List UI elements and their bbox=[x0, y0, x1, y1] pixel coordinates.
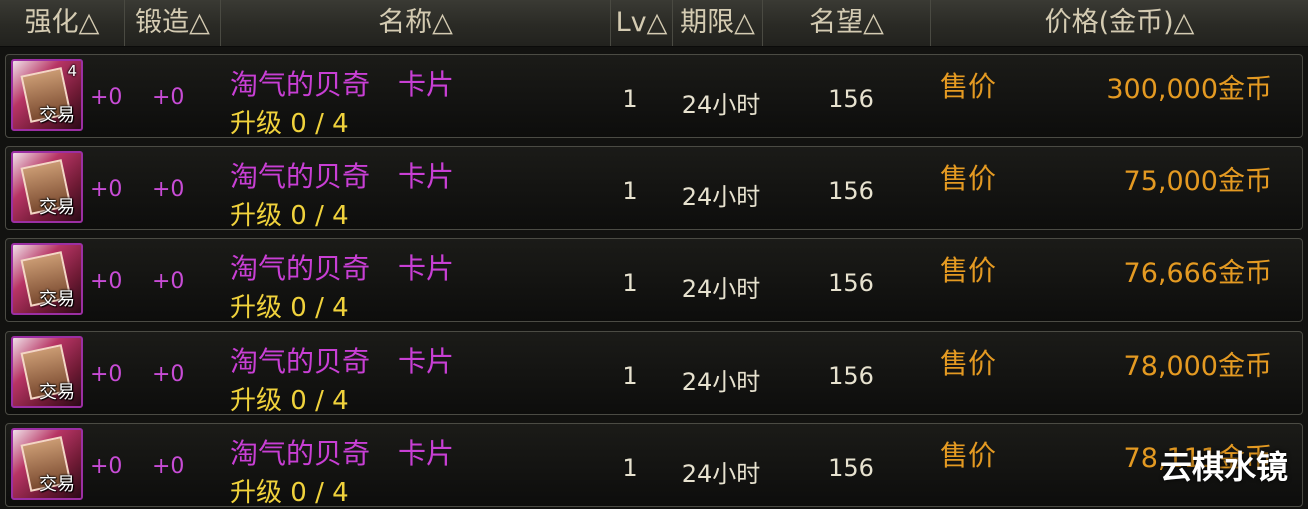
card-icon[interactable]: 交易 bbox=[11, 151, 83, 223]
enhance-value: +0 bbox=[90, 269, 123, 294]
table-row[interactable]: 4 交易 +0 +0 淘气的贝奇 卡片 升级 0 / 4 1 24小时 156 售价 300,000… bbox=[5, 54, 1303, 139]
price-value: 300,000金币 bbox=[1106, 74, 1272, 105]
sort-header-period[interactable]: 期限△ bbox=[672, 0, 762, 46]
table-header: 强化△ 锻造△ 名称△ Lv△ 期限△ 名望△ 价格(金币)△ bbox=[0, 0, 1308, 47]
sort-header-fame[interactable]: 名望△ bbox=[762, 0, 930, 46]
upgrade-status: 升级 0 / 4 bbox=[230, 201, 349, 231]
card-icon[interactable]: 交易 bbox=[11, 428, 83, 500]
period-value: 24小时 bbox=[681, 183, 761, 211]
level-value: 1 bbox=[622, 85, 638, 113]
tradeable-label: 交易 bbox=[39, 382, 75, 403]
price-value: 76,666金币 bbox=[1123, 258, 1272, 289]
enhance-value: +0 bbox=[90, 362, 123, 387]
item-name: 淘气的贝奇 卡片 bbox=[230, 345, 455, 378]
enhance-value: +0 bbox=[90, 454, 123, 479]
fame-value: 156 bbox=[828, 362, 874, 390]
table-row[interactable]: 交易 +0 +0 淘气的贝奇 卡片 升级 0 / 4 1 24小时 156 售价 75,000金币 bbox=[5, 146, 1303, 231]
period-value: 24小时 bbox=[681, 91, 761, 119]
table-row[interactable]: 交易 +0 +0 淘气的贝奇 卡片 升级 0 / 4 1 24小时 156 售价 76,666金币 bbox=[5, 238, 1303, 323]
item-name: 淘气的贝奇 卡片 bbox=[230, 252, 455, 285]
upgrade-status: 升级 0 / 4 bbox=[230, 478, 349, 508]
fame-value: 156 bbox=[828, 85, 874, 113]
sale-label: 售价 bbox=[940, 439, 997, 472]
price-value: 75,000金币 bbox=[1123, 166, 1272, 197]
sort-header-price[interactable]: 价格(金币)△ bbox=[930, 0, 1308, 46]
upgrade-status: 升级 0 / 4 bbox=[230, 386, 349, 416]
fame-value: 156 bbox=[828, 177, 874, 205]
upgrade-status: 升级 0 / 4 bbox=[230, 293, 349, 323]
level-value: 1 bbox=[622, 362, 638, 390]
sort-header-enhance[interactable]: 强化△ bbox=[0, 0, 124, 46]
price-value: 78,000金币 bbox=[1123, 351, 1272, 382]
tradeable-label: 交易 bbox=[39, 474, 75, 495]
enhance-value: +0 bbox=[90, 85, 123, 110]
forge-value: +0 bbox=[152, 454, 185, 479]
upgrade-status: 升级 0 / 4 bbox=[230, 109, 349, 139]
fame-value: 156 bbox=[828, 269, 874, 297]
table-row[interactable]: 交易 +0 +0 淘气的贝奇 卡片 升级 0 / 4 1 24小时 156 售价 78,111金币 bbox=[5, 423, 1303, 508]
sale-label: 售价 bbox=[940, 254, 997, 287]
sale-label: 售价 bbox=[940, 70, 997, 103]
item-name: 淘气的贝奇 卡片 bbox=[230, 68, 455, 101]
level-value: 1 bbox=[622, 177, 638, 205]
tradeable-label: 交易 bbox=[39, 289, 75, 310]
card-icon[interactable]: 4 交易 bbox=[11, 59, 83, 131]
level-value: 1 bbox=[622, 269, 638, 297]
period-value: 24小时 bbox=[681, 275, 761, 303]
sort-header-name[interactable]: 名称△ bbox=[220, 0, 610, 46]
forge-value: +0 bbox=[152, 362, 185, 387]
item-name: 淘气的贝奇 卡片 bbox=[230, 437, 455, 470]
sort-header-forge[interactable]: 锻造△ bbox=[124, 0, 220, 46]
enhance-value: +0 bbox=[90, 177, 123, 202]
item-count: 4 bbox=[67, 62, 77, 80]
sale-label: 售价 bbox=[940, 162, 997, 195]
sort-header-lv[interactable]: Lv△ bbox=[610, 0, 672, 46]
card-icon[interactable]: 交易 bbox=[11, 336, 83, 408]
card-icon[interactable]: 交易 bbox=[11, 243, 83, 315]
tradeable-label: 交易 bbox=[39, 105, 75, 126]
forge-value: +0 bbox=[152, 177, 185, 202]
period-value: 24小时 bbox=[681, 368, 761, 396]
forge-value: +0 bbox=[152, 85, 185, 110]
item-name: 淘气的贝奇 卡片 bbox=[230, 160, 455, 193]
fame-value: 156 bbox=[828, 454, 874, 482]
table-row[interactable]: 交易 +0 +0 淘气的贝奇 卡片 升级 0 / 4 1 24小时 156 售价 78,000金币 bbox=[5, 331, 1303, 416]
forge-value: +0 bbox=[152, 269, 185, 294]
tradeable-label: 交易 bbox=[39, 197, 75, 218]
period-value: 24小时 bbox=[681, 460, 761, 488]
level-value: 1 bbox=[622, 454, 638, 482]
sale-label: 售价 bbox=[940, 347, 997, 380]
watermark: 云棋水镜 bbox=[1159, 448, 1288, 486]
